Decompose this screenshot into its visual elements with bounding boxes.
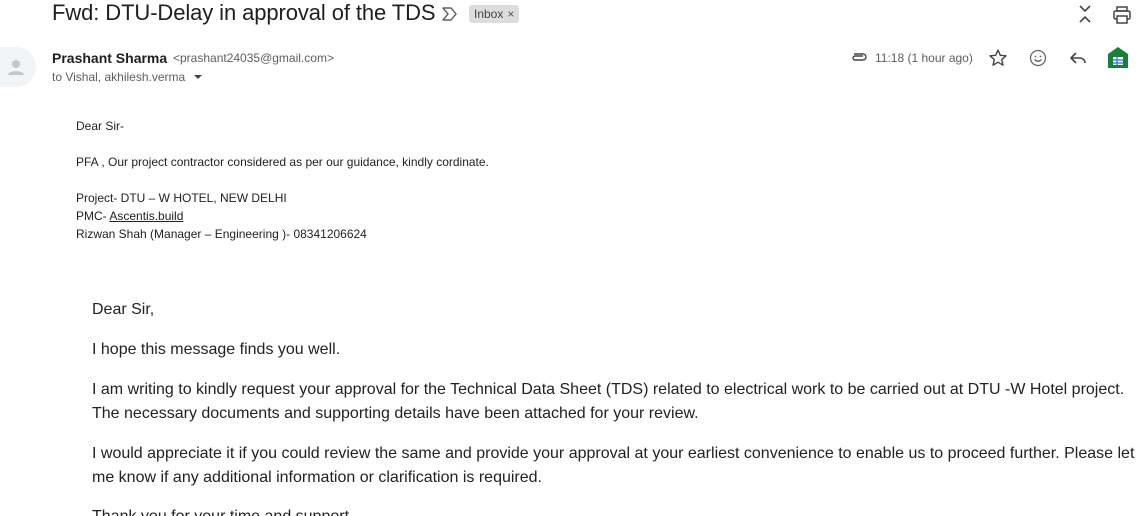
sender-name[interactable]: Prashant Sharma (52, 50, 167, 66)
project-line: Project- DTU – W HOTEL, NEW DELHI (76, 191, 287, 205)
message-timestamp: 11:18 (1 hour ago) (875, 51, 973, 65)
forward-pfa-line: PFA , Our project contractor considered … (76, 155, 489, 169)
contact-line: Rizwan Shah (Manager – Engineering )- 08… (76, 227, 367, 241)
pmc-link[interactable]: Ascentis.build (109, 209, 183, 223)
forward-greeting: Dear Sir- (76, 119, 125, 133)
reply-icon[interactable] (1068, 48, 1088, 68)
chevron-down-icon[interactable] (193, 73, 203, 81)
sender-email: <prashant24035@gmail.com> (173, 51, 334, 65)
subject-row: Fwd: DTU-Delay in approval of the TDS In… (0, 0, 1148, 30)
expand-collapse-icon[interactable] (1077, 4, 1093, 24)
sender-avatar[interactable] (0, 47, 36, 87)
email-subject: Fwd: DTU-Delay in approval of the TDS (52, 0, 436, 25)
sheets-app-icon[interactable] (1107, 46, 1129, 70)
forwarded-paragraph-3: I would appreciate it if you could revie… (92, 445, 1135, 486)
print-icon[interactable] (1112, 5, 1132, 25)
forwarded-paragraph-4: Thank you for your time and support. (92, 505, 1142, 516)
star-icon[interactable] (988, 48, 1008, 68)
forwarded-paragraph-2: I am writing to kindly request your appr… (92, 381, 1125, 422)
recipients-line: to Vishal, akhilesh.verma (52, 70, 203, 84)
remove-label-button[interactable]: × (507, 7, 514, 21)
person-avatar-icon (8, 60, 24, 75)
inbox-label-text: Inbox (474, 7, 504, 21)
forwarded-paragraph-1: I hope this message finds you well. (92, 341, 341, 358)
inbox-label-chip[interactable]: Inbox × (469, 5, 520, 23)
pmc-line: PMC- Ascentis.build (76, 209, 183, 223)
forwarded-greeting: Dear Sir, (92, 301, 155, 318)
emoji-icon[interactable] (1028, 48, 1048, 68)
pmc-prefix: PMC- (76, 209, 110, 223)
recipients-text: to Vishal, akhilesh.verma (52, 70, 186, 84)
important-marker-icon[interactable] (441, 6, 459, 22)
paperclip-icon (852, 53, 867, 61)
